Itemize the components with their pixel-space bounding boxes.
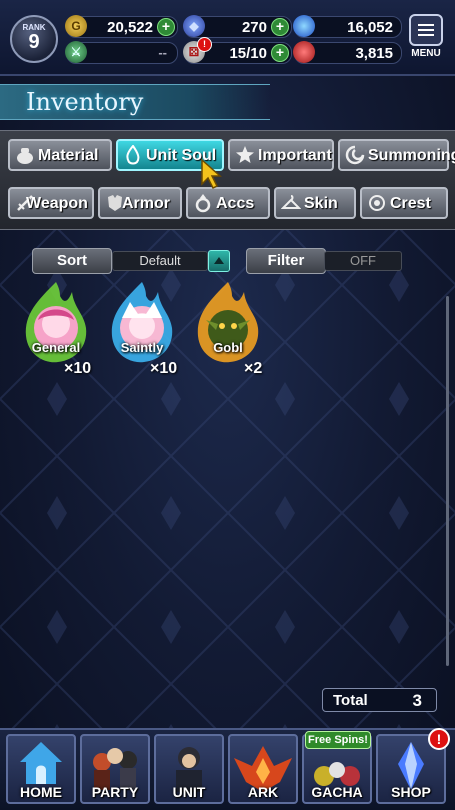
tab-label: Weapon [26, 195, 88, 212]
soul-name: Gobl [213, 340, 243, 355]
blue-flame-soul-icon [111, 282, 173, 363]
red-orb-value: 3,815 [355, 45, 393, 62]
nav-label: SHOP [391, 784, 431, 800]
page-title: Inventory [26, 88, 144, 116]
tab-label: Important [258, 147, 332, 164]
orange-flame-soul-icon [197, 282, 259, 363]
nav-label: GACHA [311, 784, 363, 800]
soul-flame-icon [126, 145, 140, 165]
soul-count: ×10 [150, 360, 178, 377]
tab-material[interactable]: Material [8, 139, 112, 171]
green-flame-soul-icon [25, 282, 87, 363]
filter-value[interactable]: OFF [324, 251, 402, 271]
shop-alert-badge: ! [428, 728, 450, 750]
energy-value: 15/10 [229, 45, 267, 62]
tab-important[interactable]: Important [228, 139, 334, 171]
soul-count: ×2 [244, 360, 263, 377]
tab-label: Accs [216, 195, 255, 212]
nav-home-button[interactable]: HOME [6, 734, 76, 804]
lapis-value: 270 [241, 19, 267, 36]
hanger-icon [281, 195, 301, 209]
tab-label: Summoning [368, 147, 455, 164]
free-spins-badge[interactable]: Free Spins! [305, 731, 371, 749]
energy-counter: ⚄ ! 15/10 + [183, 37, 292, 64]
tab-label: Skin [304, 195, 338, 212]
rank-badge[interactable]: RANK 9 [10, 15, 58, 63]
nav-ark-button[interactable]: ARK [228, 734, 298, 804]
summon-swirl-icon [345, 145, 365, 165]
add-energy-button[interactable]: + [271, 44, 289, 62]
sort-button[interactable]: Sort [32, 248, 112, 274]
gil-value: 20,522 [107, 19, 153, 36]
add-lapis-button[interactable]: + [271, 18, 289, 36]
filter-control: Filter OFF [246, 248, 402, 274]
nav-label: HOME [20, 784, 62, 800]
red-orb-icon [293, 41, 315, 63]
tab-crest[interactable]: Crest [360, 187, 448, 219]
category-tabs-panel: Material Unit Soul Important Summoning W… [0, 130, 455, 230]
total-counter: Total 3 [322, 688, 437, 712]
tab-weapon[interactable]: Weapon [8, 187, 94, 219]
tab-label: Material [38, 147, 99, 164]
tab-skin[interactable]: Skin [274, 187, 356, 219]
tab-armor[interactable]: Armor [98, 187, 182, 219]
gil-counter: G 20,522 + [65, 15, 178, 38]
energy-alert-badge: ! [197, 37, 212, 52]
page-title-bar: Inventory [0, 84, 270, 120]
gil-coin-icon: G [65, 15, 87, 37]
soul-item-general[interactable]: General ×10 [16, 280, 96, 380]
lapis-counter: ◆ 270 + [183, 15, 292, 38]
rank-value: 9 [28, 31, 40, 53]
nav-label: UNIT [172, 784, 206, 800]
hamburger-icon [409, 14, 443, 46]
scrollbar[interactable] [446, 296, 449, 666]
menu-label: MENU [411, 48, 441, 59]
sort-value[interactable]: Default [112, 251, 208, 271]
nav-label: PARTY [91, 784, 139, 800]
bag-icon [17, 148, 33, 164]
soul-item-saintly[interactable]: Saintly ×10 [102, 280, 182, 380]
add-gil-button[interactable]: + [157, 18, 175, 36]
crest-icon [369, 195, 385, 211]
pointer-cursor-icon [201, 158, 222, 190]
blue-orb-counter: 16,052 [293, 15, 402, 38]
top-header: RANK 9 G 20,522 + ◆ 270 + 16,052 ⚔ -- ⚄ … [0, 0, 455, 76]
blue-orb-value: 16,052 [347, 19, 393, 36]
soul-item-gobl[interactable]: Gobl ×2 [188, 280, 268, 380]
nav-label: ARK [247, 784, 279, 800]
ring-icon [195, 194, 211, 213]
tab-summoning[interactable]: Summoning [338, 139, 455, 171]
soul-name: General [31, 340, 81, 355]
total-label: Total [333, 692, 368, 709]
blue-orb-icon [293, 15, 315, 37]
soul-name: Saintly [120, 340, 164, 355]
red-orb-counter: 3,815 [293, 41, 402, 64]
tab-label: Armor [122, 195, 171, 212]
star-icon [236, 146, 254, 163]
menu-button[interactable]: MENU [407, 14, 445, 62]
tab-label: Crest [390, 195, 431, 212]
sort-control: Sort Default [32, 248, 232, 274]
filter-button[interactable]: Filter [246, 248, 326, 274]
lapis-crystal-icon: ◆ [183, 15, 205, 37]
sword-value: -- [158, 45, 167, 60]
sword-icon: ⚔ [65, 41, 87, 63]
tab-accs[interactable]: Accs [186, 187, 270, 219]
bottom-navigation: HOME PARTY UNIT ARK GACHA SHOP [0, 728, 455, 810]
nav-unit-button[interactable]: UNIT [154, 734, 224, 804]
nav-party-button[interactable]: PARTY [80, 734, 150, 804]
soul-count: ×10 [64, 360, 92, 377]
sort-direction-toggle[interactable] [208, 250, 230, 272]
total-value: 3 [412, 691, 422, 710]
sword-counter: ⚔ -- [65, 41, 178, 64]
